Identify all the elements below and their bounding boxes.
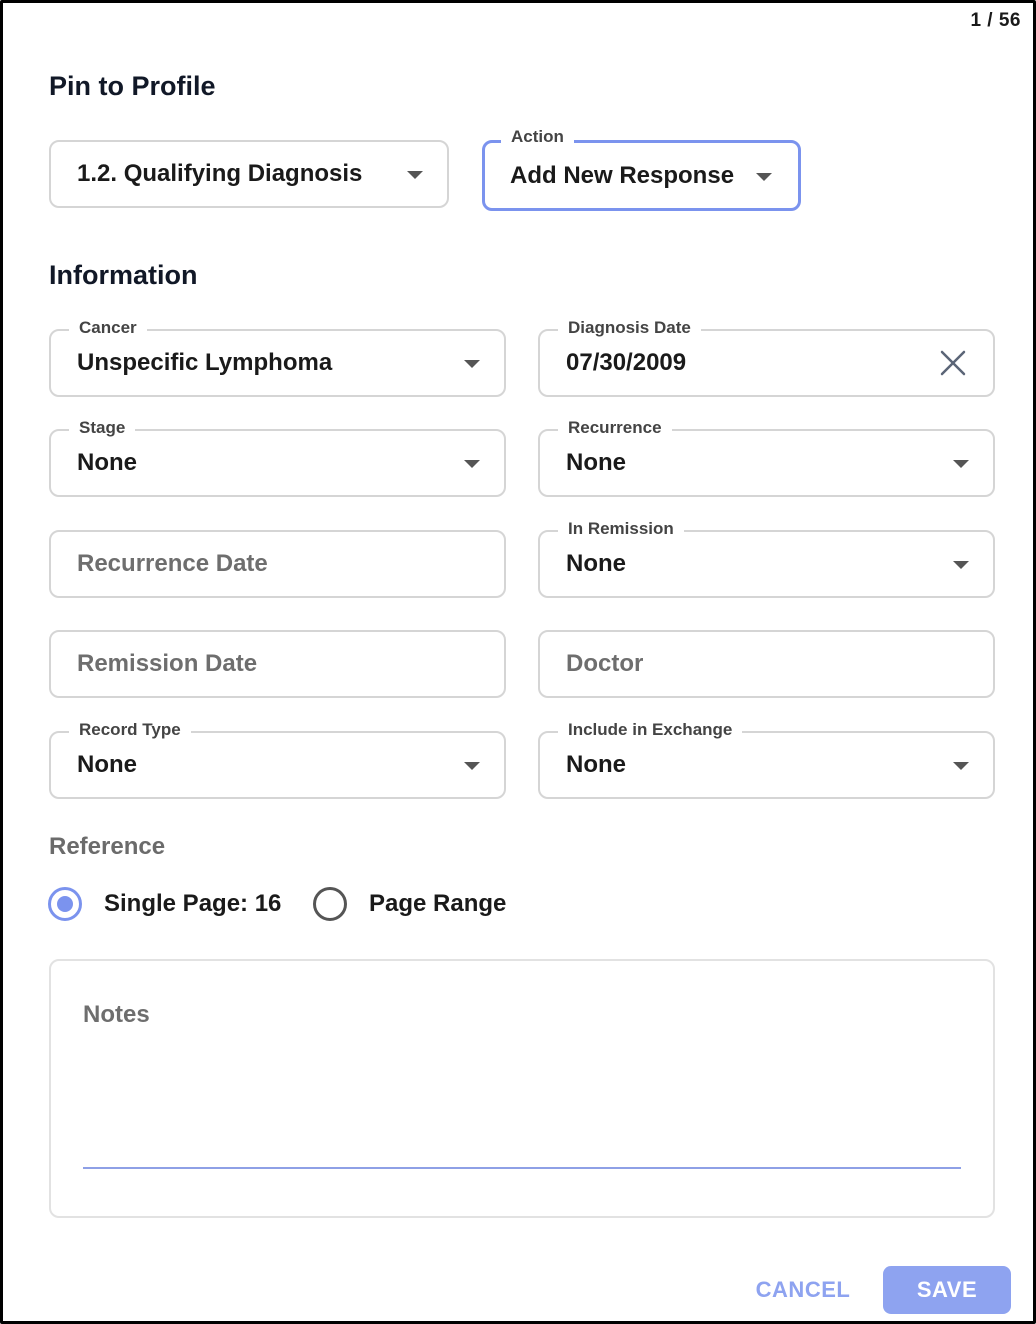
stage-select[interactable]: Stage None <box>49 417 506 497</box>
doctor-placeholder: Doctor <box>566 650 644 677</box>
action-select-value: Add New Response <box>510 161 735 189</box>
action-select-label: Action <box>501 126 574 148</box>
in-remission-select[interactable]: In Remission None <box>538 518 995 598</box>
chevron-down-icon <box>407 171 423 179</box>
include-in-exchange-value: None <box>566 751 626 778</box>
record-type-label: Record Type <box>69 719 191 741</box>
recurrence-date-placeholder: Recurrence Date <box>77 550 268 577</box>
chevron-down-icon <box>756 172 772 181</box>
notes-field[interactable]: Notes <box>49 959 995 1218</box>
recurrence-label: Recurrence <box>558 417 672 439</box>
page-range-label[interactable]: Page Range <box>369 890 506 918</box>
in-remission-value: None <box>566 550 626 577</box>
remission-date-field[interactable]: Remission Date <box>49 630 506 698</box>
record-type-value: None <box>77 751 137 778</box>
page-range-radio[interactable] <box>313 887 347 921</box>
chevron-down-icon <box>464 762 480 770</box>
chevron-down-icon <box>464 460 480 468</box>
diagnosis-date-field[interactable]: Diagnosis Date 07/30/2009 <box>538 317 995 397</box>
save-button[interactable]: SAVE <box>883 1266 1011 1314</box>
cancer-select[interactable]: Cancer Unspecific Lymphoma <box>49 317 506 397</box>
single-page-radio[interactable] <box>48 887 82 921</box>
cancer-value: Unspecific Lymphoma <box>77 349 333 376</box>
pin-to-profile-title: Pin to Profile <box>49 71 216 101</box>
stage-value: None <box>77 449 137 476</box>
notes-placeholder: Notes <box>83 1001 150 1028</box>
diagnosis-date-value: 07/30/2009 <box>566 349 687 376</box>
single-page-label[interactable]: Single Page: 16 <box>104 890 281 918</box>
action-select[interactable]: Action Add New Response <box>482 126 801 211</box>
chevron-down-icon <box>953 561 969 569</box>
close-icon[interactable] <box>939 349 967 377</box>
page-counter: 1 / 56 <box>970 10 1021 31</box>
doctor-field[interactable]: Doctor <box>538 630 995 698</box>
chevron-down-icon <box>464 360 480 368</box>
reference-title: Reference <box>49 833 166 860</box>
chevron-down-icon <box>953 762 969 770</box>
cancer-label: Cancer <box>69 317 147 339</box>
remission-date-placeholder: Remission Date <box>77 650 258 677</box>
record-type-select[interactable]: Record Type None <box>49 719 506 799</box>
information-title: Information <box>49 260 198 290</box>
recurrence-value: None <box>566 449 626 476</box>
question-select[interactable]: 1.2. Qualifying Diagnosis <box>49 140 449 208</box>
recurrence-date-field[interactable]: Recurrence Date <box>49 530 506 598</box>
chevron-down-icon <box>953 460 969 468</box>
include-in-exchange-label: Include in Exchange <box>558 719 743 741</box>
dialog-frame: 1 / 56 Pin to Profile 1.2. Qualifying Di… <box>0 0 1036 1324</box>
in-remission-label: In Remission <box>558 518 684 540</box>
cancel-button[interactable]: CANCEL <box>745 1267 861 1313</box>
recurrence-select[interactable]: Recurrence None <box>538 417 995 497</box>
diagnosis-date-label: Diagnosis Date <box>558 317 701 339</box>
include-in-exchange-select[interactable]: Include in Exchange None <box>538 719 995 799</box>
question-select-value: 1.2. Qualifying Diagnosis <box>77 160 363 187</box>
stage-label: Stage <box>69 417 136 439</box>
notes-underline <box>83 1167 961 1169</box>
